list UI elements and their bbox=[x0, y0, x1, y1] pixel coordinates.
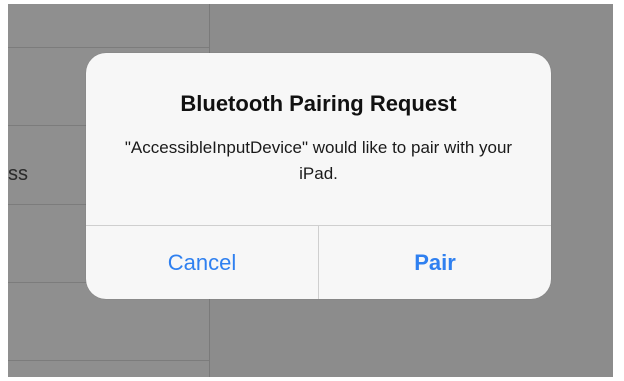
alert-message: "AccessibleInputDevice" would like to pa… bbox=[124, 138, 513, 183]
alert-body: Bluetooth Pairing Request "AccessibleInp… bbox=[86, 53, 551, 225]
screen: ss Bluetooth Pairing Request "Accessible… bbox=[0, 0, 624, 381]
alert-title: Bluetooth Pairing Request bbox=[180, 91, 457, 116]
pair-button[interactable]: Pair bbox=[319, 226, 551, 299]
list-item-label: ss bbox=[8, 163, 28, 185]
list-row-separator bbox=[8, 360, 209, 361]
list-row-separator bbox=[8, 47, 209, 48]
cancel-button[interactable]: Cancel bbox=[86, 226, 318, 299]
alert-actions: Cancel Pair bbox=[86, 226, 551, 299]
bluetooth-pairing-alert: Bluetooth Pairing Request "AccessibleInp… bbox=[86, 53, 551, 299]
